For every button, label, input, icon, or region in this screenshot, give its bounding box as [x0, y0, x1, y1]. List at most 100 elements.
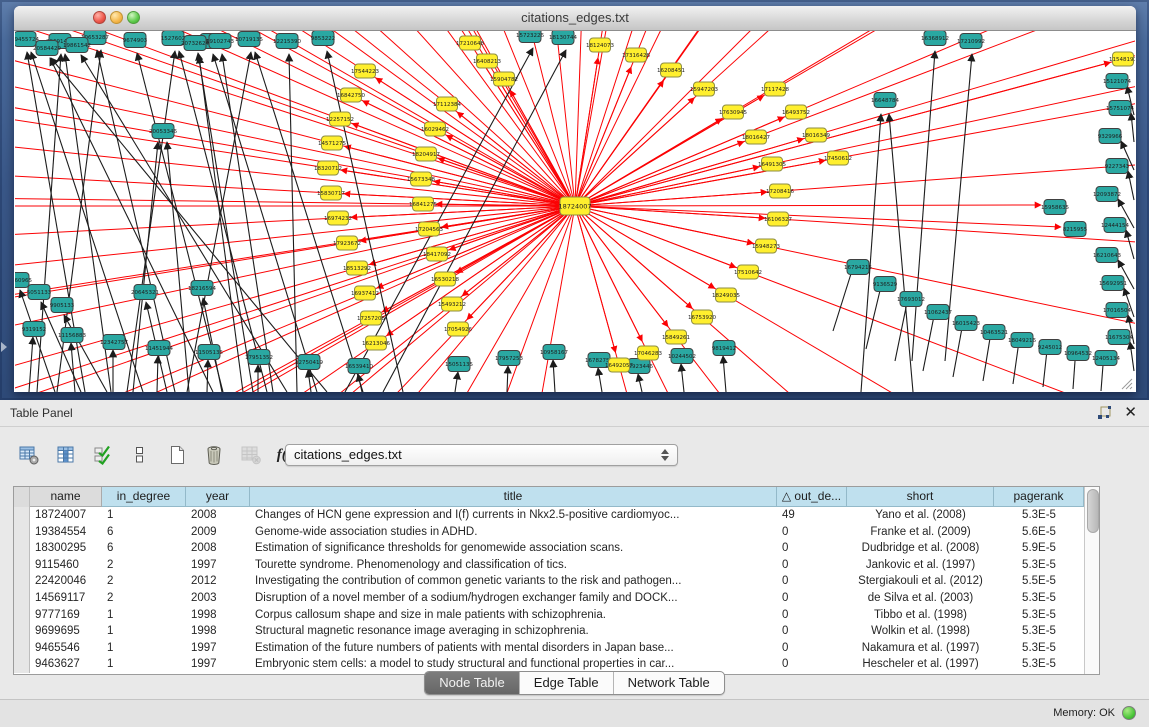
- cell-out_degree[interactable]: 0: [777, 540, 847, 557]
- cell-in_degree[interactable]: 1: [102, 640, 186, 657]
- network-canvas[interactable]: 1945572420691406106532879674903152760294…: [15, 31, 1135, 392]
- citation-node[interactable]: 15947203: [690, 82, 718, 96]
- citation-node[interactable]: 15051135: [445, 357, 473, 372]
- table-row[interactable]: 946554611997Estimation of the future num…: [14, 640, 1099, 657]
- cell-short[interactable]: Nakamura et al. (1997): [847, 640, 994, 657]
- citation-node[interactable]: 15948273: [752, 239, 780, 253]
- cell-pagerank[interactable]: 5.3E-5: [994, 607, 1084, 624]
- citation-node[interactable]: 9329966: [1098, 129, 1123, 144]
- citation-node[interactable]: 17016504: [1103, 303, 1131, 318]
- citation-node[interactable]: 16029462: [421, 122, 449, 136]
- citation-node[interactable]: 20584429: [33, 41, 61, 56]
- citation-node[interactable]: 9319152: [22, 322, 47, 337]
- citation-node[interactable]: 18216594: [188, 281, 216, 296]
- column-header-out_degree[interactable]: △ out_de...: [777, 487, 847, 507]
- table-row[interactable]: 977716911998Corpus callosum shape and si…: [14, 607, 1099, 624]
- citation-node[interactable]: 19102743: [206, 34, 234, 49]
- citation-node[interactable]: 17204563: [415, 222, 443, 236]
- citation-node[interactable]: 20645321: [131, 285, 159, 300]
- cell-pagerank[interactable]: 5.3E-5: [994, 557, 1084, 574]
- tab-node-table[interactable]: Node Table: [425, 672, 519, 694]
- citation-node[interactable]: 17208416: [766, 184, 794, 198]
- cell-pagerank[interactable]: 5.3E-5: [994, 507, 1084, 524]
- citation-node[interactable]: 17957253: [495, 351, 523, 366]
- cell-pagerank[interactable]: 5.6E-5: [994, 524, 1084, 541]
- citation-node[interactable]: 11156883: [58, 328, 86, 343]
- citation-node[interactable]: 17544223: [351, 64, 379, 78]
- citation-node[interactable]: 17693012: [897, 292, 925, 307]
- citation-node[interactable]: 20053346: [149, 124, 177, 139]
- citation-node[interactable]: 16842750: [337, 88, 365, 102]
- cell-title[interactable]: Estimation of significance thresholds fo…: [250, 540, 777, 557]
- hub-node[interactable]: 18724007: [558, 197, 591, 215]
- citation-node[interactable]: 16493752: [782, 105, 810, 119]
- cell-title[interactable]: Tourette syndrome. Phenomenology and cla…: [250, 557, 777, 574]
- cell-in_degree[interactable]: 1: [102, 607, 186, 624]
- citation-node[interactable]: 12750419: [295, 355, 323, 370]
- citation-node[interactable]: 17054926: [444, 322, 472, 336]
- cell-name[interactable]: 18300295: [30, 540, 102, 557]
- cell-short[interactable]: Wolkin et al. (1998): [847, 623, 994, 640]
- citation-node[interactable]: 9905133: [50, 298, 75, 313]
- table-row[interactable]: 969969511998Structural magnetic resonanc…: [14, 623, 1099, 640]
- citation-node[interactable]: 17316428: [622, 48, 650, 62]
- citation-node[interactable]: 15849261: [662, 330, 690, 344]
- table-select-dropdown[interactable]: citations_edges.txt: [285, 444, 678, 466]
- cell-year[interactable]: 2009: [186, 524, 250, 541]
- table-settings-icon[interactable]: [16, 442, 42, 468]
- citation-node[interactable]: 17630945: [719, 105, 747, 119]
- citation-node[interactable]: 17257208: [357, 311, 385, 325]
- cell-out_degree[interactable]: 0: [777, 557, 847, 574]
- citation-node[interactable]: 17951352: [245, 350, 273, 365]
- citation-node[interactable]: 15493212: [438, 297, 466, 311]
- cell-in_degree[interactable]: 2: [102, 557, 186, 574]
- table-row[interactable]: 1938455462009Genome-wide association stu…: [14, 524, 1099, 541]
- cell-short[interactable]: Dudbridge et al. (2008): [847, 540, 994, 557]
- citation-node[interactable]: 18049216: [1008, 333, 1036, 348]
- cell-title[interactable]: Genome-wide association studies in ADHD.: [250, 524, 777, 541]
- citation-node[interactable]: 8215955: [1063, 222, 1088, 237]
- citation-node[interactable]: 11062437: [924, 305, 952, 320]
- citation-node[interactable]: 12093872: [1093, 187, 1121, 202]
- cell-title[interactable]: Estimation of the future numbers of pati…: [250, 640, 777, 657]
- citation-node[interactable]: 12257152: [326, 112, 354, 126]
- citation-node[interactable]: 16208451: [657, 63, 685, 77]
- citation-node[interactable]: 15958635: [1041, 200, 1069, 215]
- citation-node[interactable]: 9245012: [1038, 340, 1063, 355]
- citation-node[interactable]: 16015423: [952, 316, 980, 331]
- citation-node[interactable]: 16408213: [473, 54, 501, 68]
- table-row[interactable]: 1872400712008Changes of HCN gene express…: [14, 507, 1099, 524]
- citation-node[interactable]: 17112384: [433, 97, 461, 111]
- cell-out_degree[interactable]: 49: [777, 507, 847, 524]
- cell-in_degree[interactable]: 1: [102, 623, 186, 640]
- hidden-panel-grip[interactable]: [1, 342, 7, 352]
- citation-node[interactable]: 14571275: [318, 136, 346, 150]
- table-row[interactable]: 1456911722003Disruption of a novel membe…: [14, 590, 1099, 607]
- citation-node[interactable]: 15751074: [1106, 101, 1134, 116]
- cell-year[interactable]: 2008: [186, 540, 250, 557]
- citation-node[interactable]: 16530218: [431, 272, 459, 286]
- cell-year[interactable]: 1997: [186, 640, 250, 657]
- cell-year[interactable]: 2003: [186, 590, 250, 607]
- cell-name[interactable]: 22420046: [30, 573, 102, 590]
- close-panel-icon[interactable]: ✕: [1124, 403, 1137, 421]
- citation-node[interactable]: 9227343: [1105, 159, 1130, 174]
- citation-node[interactable]: 5051133: [27, 285, 52, 300]
- citation-node[interactable]: 15904782: [490, 72, 518, 86]
- citation-node[interactable]: 12215390: [273, 34, 301, 49]
- citation-node[interactable]: 11451944: [145, 341, 173, 356]
- citation-node[interactable]: 9819412: [712, 341, 737, 356]
- cell-name[interactable]: 9115460: [30, 557, 102, 574]
- citation-node[interactable]: 16753920: [688, 310, 716, 324]
- citation-node[interactable]: 12444154: [1101, 218, 1129, 233]
- cell-in_degree[interactable]: 6: [102, 540, 186, 557]
- citation-node[interactable]: 18320712: [314, 161, 342, 175]
- cell-pagerank[interactable]: 5.3E-5: [994, 590, 1084, 607]
- citation-node[interactable]: 17117428: [761, 82, 789, 96]
- clear-rows-icon[interactable]: [127, 442, 153, 468]
- vertical-scrollbar[interactable]: [1084, 487, 1099, 674]
- citation-node[interactable]: 9674903: [123, 33, 148, 48]
- new-document-icon[interactable]: [164, 442, 190, 468]
- cell-year[interactable]: 1997: [186, 557, 250, 574]
- citation-node[interactable]: 16937412: [351, 286, 379, 300]
